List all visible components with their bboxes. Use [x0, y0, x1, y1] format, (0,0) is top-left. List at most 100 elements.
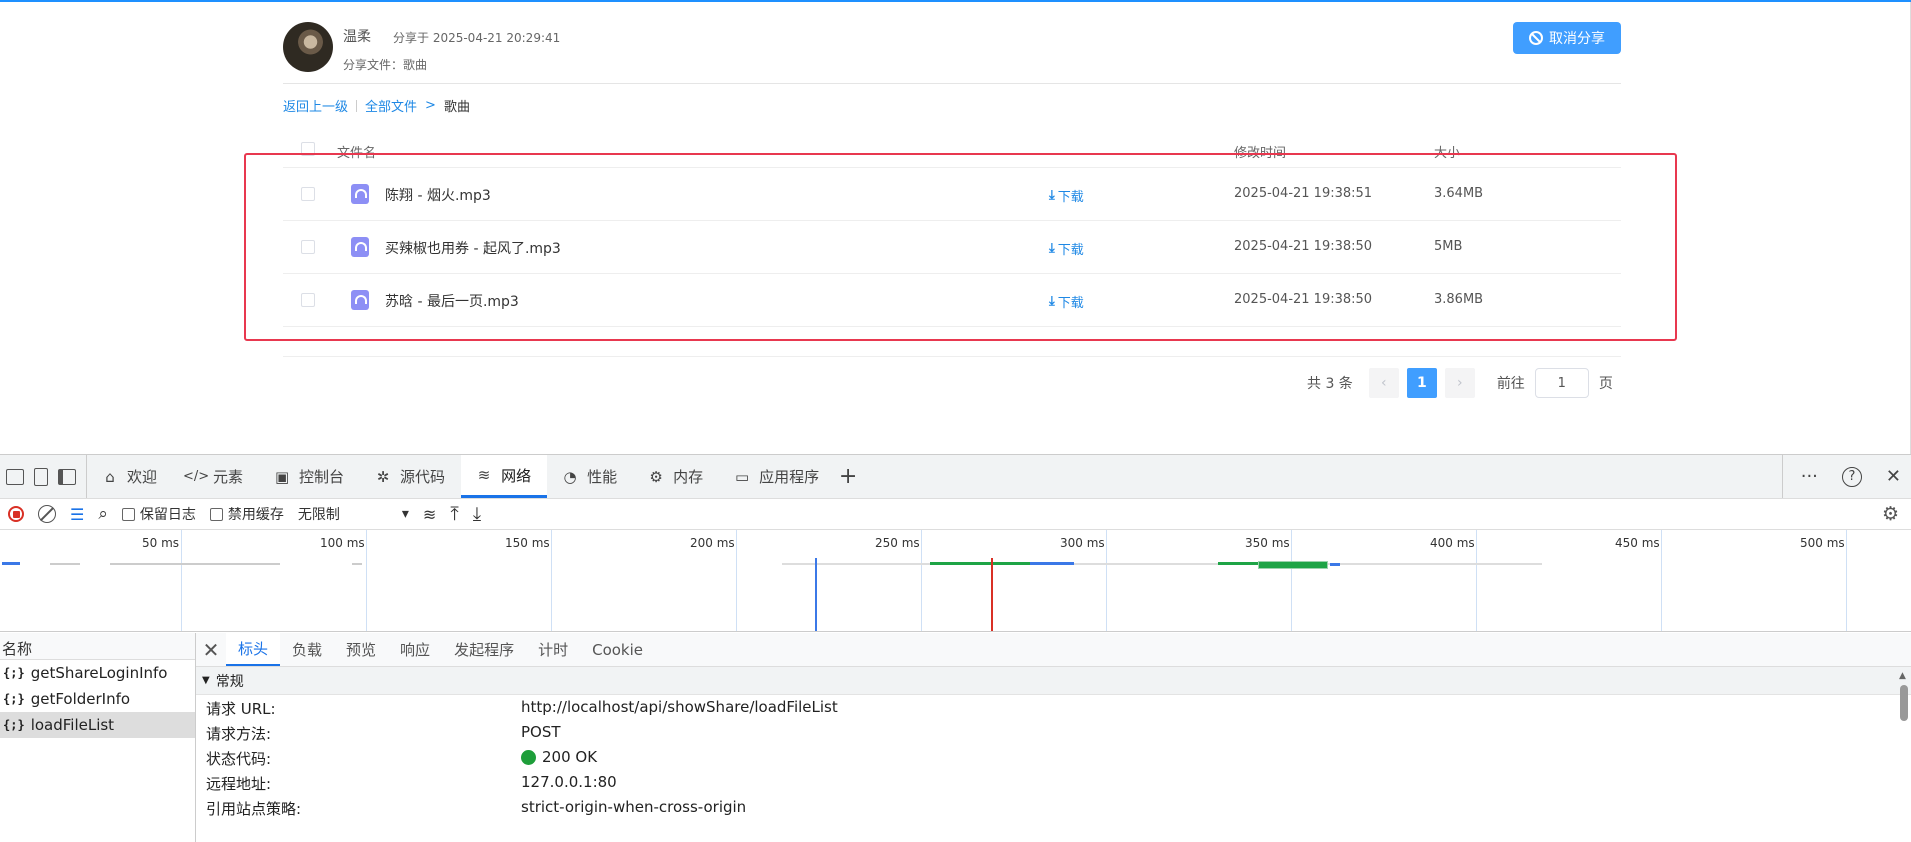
cancel-share-button[interactable]: 取消分享 [1513, 22, 1621, 54]
request-row-getShareLoginInfo[interactable]: {;} getShareLoginInfo [0, 660, 195, 686]
sharer-name: 温柔 [343, 29, 371, 45]
scroll-up-icon[interactable]: ▲ [1899, 671, 1906, 681]
tab-timing[interactable]: 计时 [526, 633, 580, 666]
tab-preview[interactable]: 预览 [334, 633, 388, 666]
tab-payload[interactable]: 负载 [280, 633, 334, 666]
network-conditions-icon[interactable]: ≋ [423, 505, 436, 524]
share-page: 温柔 分享于 2025-04-21 20:29:41 分享文件：歌曲 取消分享 … [0, 2, 1911, 454]
tab-label: 应用程序 [759, 468, 820, 486]
tab-headers[interactable]: 标头 [226, 633, 281, 666]
goto-page-input[interactable] [1534, 368, 1589, 398]
timeline-tick-label: 150 ms [505, 536, 550, 550]
tab-sources[interactable]: ✲ 源代码 [360, 455, 461, 498]
bug-icon: ✲ [376, 467, 390, 486]
export-har-icon[interactable]: ⤓ [473, 503, 481, 525]
timeline-gridline [551, 530, 552, 631]
timeline-gridline [1106, 530, 1107, 631]
chevron-down-icon: ▾ [401, 506, 409, 522]
timeline-tick-label: 50 ms [142, 536, 180, 550]
goto-label: 前往 [1496, 376, 1525, 392]
record-stop-icon[interactable] [8, 506, 24, 522]
tab-elements[interactable]: </> 元素 [173, 455, 259, 498]
next-page-button[interactable]: › [1444, 368, 1475, 398]
throttle-select[interactable]: 无限制 ▾ [298, 504, 409, 524]
close-detail-icon[interactable]: ✕ [196, 638, 226, 662]
pagination-total: 共 3 条 [1307, 376, 1353, 392]
filter-icon[interactable]: ☰ [70, 505, 84, 524]
tab-welcome[interactable]: ⌂ 欢迎 [87, 455, 173, 498]
disable-cache-toggle[interactable]: 禁用缓存 [209, 504, 284, 524]
tab-label: 控制台 [299, 468, 345, 486]
request-row-loadFileList[interactable]: {;} loadFileList [0, 712, 195, 738]
disable-cache-checkbox[interactable] [209, 508, 223, 521]
timeline-gridline [181, 530, 182, 631]
device-emulation-icon[interactable] [34, 467, 48, 486]
search-icon[interactable]: ⌕ [98, 504, 108, 524]
request-detail: ✕ 标头 负载 预览 响应 发起程序 计时 Cookie ▼ 常规 请求 URL… [196, 633, 1911, 842]
timeline-tick-label: 500 ms [1800, 536, 1845, 550]
network-request-area: 名称 {;} getShareLoginInfo {;} getFolderIn… [0, 633, 1911, 842]
tab-console[interactable]: ▣ 控制台 [259, 455, 360, 498]
timeline-gridline [1291, 530, 1292, 631]
breadcrumb-back-link[interactable]: 返回上一级 [283, 96, 348, 115]
tab-application[interactable]: ▭ 应用程序 [719, 455, 835, 498]
current-page-button[interactable]: 1 [1406, 368, 1437, 398]
header-key: 状态代码: [206, 750, 272, 768]
import-har-icon[interactable]: ⤒ [450, 503, 458, 525]
avatar [283, 22, 333, 72]
detail-scrollbar[interactable]: ▲ [1899, 671, 1909, 831]
timeline-request-bar [1218, 562, 1258, 565]
tab-response[interactable]: 响应 [388, 633, 442, 666]
request-list-header[interactable]: 名称 [0, 633, 195, 660]
tab-label: 源代码 [400, 468, 446, 486]
preserve-log-checkbox[interactable] [121, 508, 135, 521]
tab-memory[interactable]: ⚙ 内存 [633, 455, 719, 498]
help-icon[interactable]: ? [1841, 466, 1862, 487]
timeline-request-bar [110, 563, 280, 565]
preserve-log-toggle[interactable]: 保留日志 [121, 504, 196, 524]
breadcrumb-current: 歌曲 [443, 100, 470, 115]
close-icon[interactable]: ✕ [1886, 466, 1901, 487]
xhr-icon: {;} [3, 666, 25, 680]
header-row: 远程地址: 127.0.0.1:80 [196, 770, 1911, 795]
chevron-right-icon: > [425, 98, 436, 113]
throttle-value: 无限制 [297, 507, 340, 523]
share-time: 分享于 2025-04-21 20:29:41 [393, 31, 561, 45]
scrollbar-thumb[interactable] [1900, 685, 1908, 721]
xhr-icon: {;} [3, 718, 25, 732]
add-tab-icon[interactable]: + [839, 464, 857, 489]
pagination: 共 3 条 ‹ 1 › 前往 页 [1307, 368, 1613, 398]
general-section-header[interactable]: ▼ 常规 [196, 667, 1911, 695]
clear-icon[interactable] [38, 505, 56, 523]
inspect-element-icon[interactable] [6, 468, 24, 485]
preserve-log-label: 保留日志 [139, 507, 196, 523]
prev-page-button[interactable]: ‹ [1368, 368, 1399, 398]
request-name: getFolderInfo [30, 690, 131, 708]
timeline-tick-label: 300 ms [1060, 536, 1105, 550]
request-detail-tabs: ✕ 标头 负载 预览 响应 发起程序 计时 Cookie [196, 633, 1911, 667]
load-event-marker [991, 558, 993, 631]
timeline-request-bar [930, 562, 1030, 565]
dock-sidebar-icon[interactable] [58, 468, 76, 485]
breadcrumb-all-files-link[interactable]: 全部文件 [365, 96, 417, 115]
highlight-box [244, 153, 1677, 341]
settings-icon[interactable]: ⚙ [1882, 503, 1899, 525]
xhr-icon: {;} [3, 692, 25, 706]
console-icon: ▣ [274, 467, 290, 486]
tab-initiator[interactable]: 发起程序 [442, 633, 526, 666]
tab-performance[interactable]: ◔ 性能 [547, 455, 633, 498]
more-options-icon[interactable]: ··· [1801, 466, 1818, 487]
timeline-tick-label: 100 ms [320, 536, 365, 550]
page-unit-label: 页 [1598, 376, 1613, 392]
header-value: POST [521, 723, 561, 741]
timeline-gridline [921, 530, 922, 631]
tab-network[interactable]: ≋ 网络 [461, 455, 548, 498]
timeline-request-bar [2, 562, 20, 565]
timeline-request-bar [50, 563, 80, 565]
timeline-request-bar [1330, 563, 1340, 566]
tab-label: 网络 [501, 466, 532, 485]
network-timeline[interactable]: 50 ms 100 ms 150 ms 200 ms 250 ms 300 ms… [0, 530, 1911, 632]
request-row-getFolderInfo[interactable]: {;} getFolderInfo [0, 686, 195, 712]
tab-cookie[interactable]: Cookie [580, 633, 655, 666]
devtools-left-tools [0, 455, 87, 498]
